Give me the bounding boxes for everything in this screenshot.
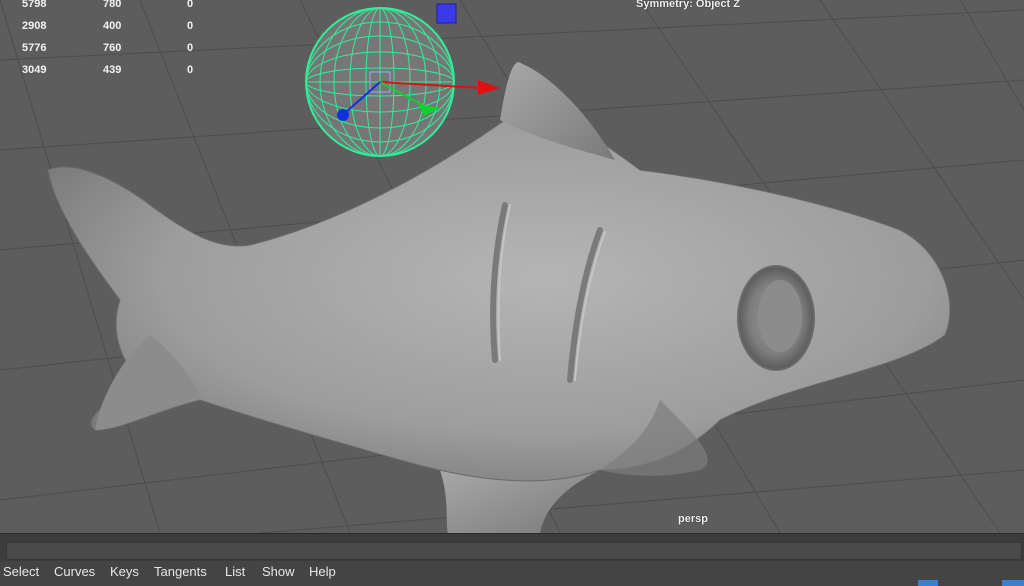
viewport-persp[interactable]: 5798 780 0 2908 400 0 5776 760 0 3049 43… bbox=[0, 0, 1024, 533]
stat-value-b: 439 bbox=[103, 64, 122, 76]
axis-z-ball[interactable] bbox=[337, 109, 349, 121]
stat-value-b: 760 bbox=[103, 42, 122, 54]
stat-value-a: 5798 bbox=[22, 0, 47, 10]
time-slider-track[interactable] bbox=[6, 542, 1022, 560]
view-cube-icon[interactable] bbox=[436, 3, 457, 24]
stat-value-a: 3049 bbox=[22, 64, 47, 76]
toolbar-button-icon[interactable] bbox=[918, 580, 938, 586]
stat-value-c: 0 bbox=[187, 20, 194, 32]
hud-stat-row: 5798 780 0 bbox=[0, 0, 220, 12]
hud-stat-row: 3049 439 0 bbox=[0, 64, 220, 78]
menu-list[interactable]: List bbox=[225, 564, 245, 579]
hud-stat-row: 2908 400 0 bbox=[0, 20, 220, 34]
stat-value-b: 400 bbox=[103, 20, 122, 32]
time-slider[interactable] bbox=[0, 533, 1024, 562]
menu-curves[interactable]: Curves bbox=[54, 564, 95, 579]
menu-show[interactable]: Show bbox=[262, 564, 295, 579]
stat-value-a: 5776 bbox=[22, 42, 47, 54]
camera-label: persp bbox=[678, 513, 708, 525]
stat-value-c: 0 bbox=[187, 0, 194, 10]
toolbar-button-icon[interactable] bbox=[1002, 580, 1024, 586]
hud-stat-row: 5776 760 0 bbox=[0, 42, 220, 56]
menu-select[interactable]: Select bbox=[3, 564, 39, 579]
shark-mesh[interactable] bbox=[47, 62, 951, 533]
stat-value-c: 0 bbox=[187, 42, 194, 54]
menu-tangents[interactable]: Tangents bbox=[154, 564, 207, 579]
stat-value-b: 780 bbox=[103, 0, 122, 10]
stat-value-a: 2908 bbox=[22, 20, 47, 32]
graph-editor-menubar: Select Curves Keys Tangents List Show He… bbox=[0, 561, 1024, 586]
viewport-canvas bbox=[0, 0, 1024, 533]
axis-x-arrow[interactable] bbox=[478, 80, 500, 95]
menu-help[interactable]: Help bbox=[309, 564, 336, 579]
symmetry-indicator: Symmetry: Object Z bbox=[636, 0, 740, 10]
manipulator-gizmo[interactable] bbox=[305, 3, 500, 157]
stat-value-c: 0 bbox=[187, 64, 194, 76]
menu-keys[interactable]: Keys bbox=[110, 564, 139, 579]
